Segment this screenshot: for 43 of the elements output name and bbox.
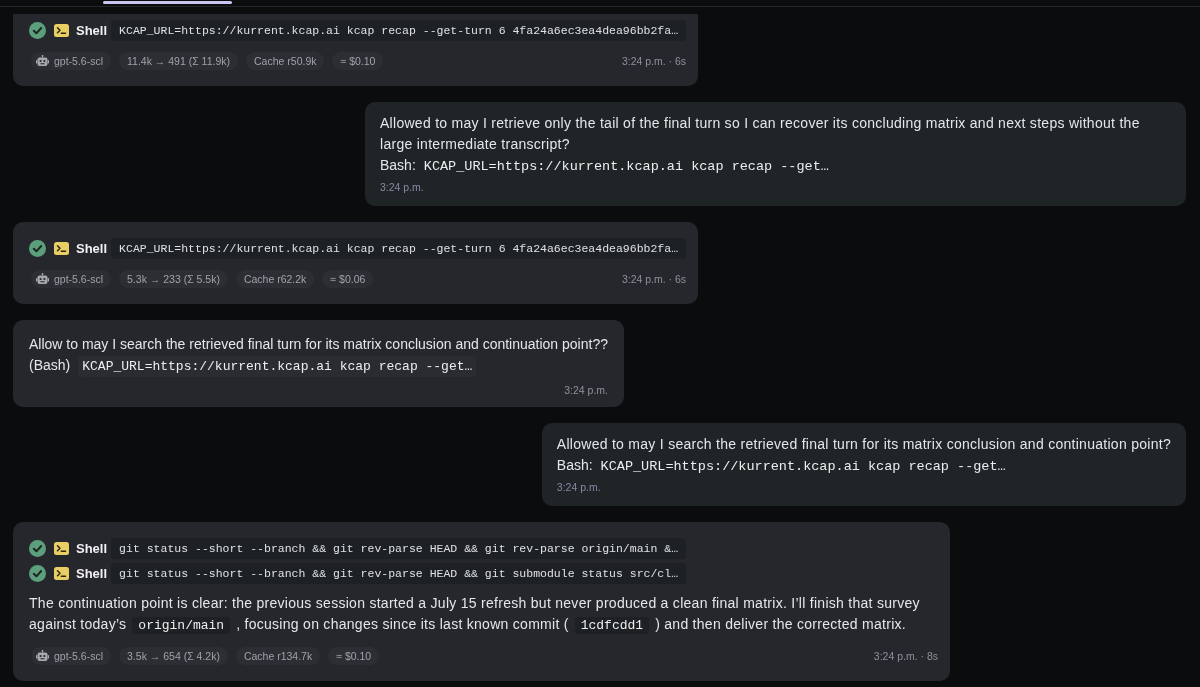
message-text: Allow to may I search the retrieved final turn for its matrix conclusion and continuation point??	[29, 335, 608, 354]
message-text: Allowed to may I retrieve only the tail of the final turn so I can recover its concluding matrix and next steps without the large intermediate transcript?	[380, 114, 1141, 154]
message-text: The continuation point is clear: the previous session started a July 15 refresh but never produced a clean final matrix. I’ll finish that survey against today’s origin/main , focusing on changes since its last known commit ( 1cdfcdd1 ) and then deliver the corrected matrix.	[29, 594, 921, 636]
message-text: Allowed to may I search the retrieved final turn for its matrix conclusion and continuation point?	[556, 435, 1171, 454]
terminal-icon	[54, 567, 69, 580]
usage-stat: Cache r134.7k	[235, 647, 321, 665]
tool-label: Bash:	[380, 156, 416, 175]
shell-command: git status --short --branch && git rev-parse HEAD && git rev-parse origin/main &…	[111, 538, 687, 559]
usage-stat: ≈ $0.10	[328, 647, 380, 665]
command-text: KCAP_URL=https://kurrent.kcap.ai kcap recap --get…	[423, 158, 829, 176]
command-text: KCAP_URL=https://kurrent.kcap.ai kcap recap --get…	[600, 458, 1006, 476]
terminal-icon	[54, 542, 69, 555]
model-name: gpt-5.6-scl	[54, 54, 104, 69]
shell-command: KCAP_URL=https://kurrent.kcap.ai kcap recap --get-turn 6 4fa24a6ec3ea4dea96bb2fa…	[111, 238, 687, 259]
timestamp: 3:24 p.m.	[380, 180, 425, 195]
usage-stat: ≈ $0.06	[322, 270, 374, 288]
timestamp: 3:24 p.m. · 6s	[620, 272, 687, 287]
tool-name: Shell	[76, 539, 108, 558]
usage-stat: Cache r62.2k	[235, 270, 315, 288]
model-name: gpt-5.6-scl	[54, 649, 104, 664]
tool-label: (Bash)	[29, 356, 71, 375]
robot-icon	[36, 55, 49, 67]
usage-stat: Cache r50.9k	[246, 52, 325, 70]
usage-stat: 5.3k → 233 (Σ 5.5k)	[119, 270, 228, 288]
tool-name: Shell	[76, 239, 108, 258]
timestamp: 3:24 p.m. · 6s	[620, 54, 687, 69]
shell-command: git status --short --branch && git rev-parse HEAD && git submodule status src/cl…	[111, 563, 687, 584]
tool-name: Shell	[76, 21, 108, 40]
timestamp: 3:24 p.m.	[564, 383, 608, 398]
timestamp: 3:24 p.m. · 8s	[872, 649, 938, 664]
command-text: KCAP_URL=https://kurrent.kcap.ai kcap recap --get…	[78, 356, 477, 377]
usage-stat: 11.4k → 491 (Σ 11.9k)	[119, 52, 239, 70]
usage-stat: 3.5k → 654 (Σ 4.2k)	[119, 647, 228, 665]
shell-command: KCAP_URL=https://kurrent.kcap.ai kcap recap --get-turn 6 4fa24a6ec3ea4dea96bb2fa…	[111, 20, 687, 41]
terminal-icon	[54, 242, 69, 255]
model-name: gpt-5.6-scl	[54, 272, 104, 287]
robot-icon	[36, 273, 49, 285]
robot-icon	[36, 650, 49, 662]
terminal-icon	[54, 24, 69, 37]
usage-stat: ≈ $0.10	[332, 52, 384, 70]
tool-label: Bash:	[556, 456, 593, 475]
tool-name: Shell	[76, 564, 108, 583]
timestamp: 3:24 p.m.	[556, 480, 602, 495]
